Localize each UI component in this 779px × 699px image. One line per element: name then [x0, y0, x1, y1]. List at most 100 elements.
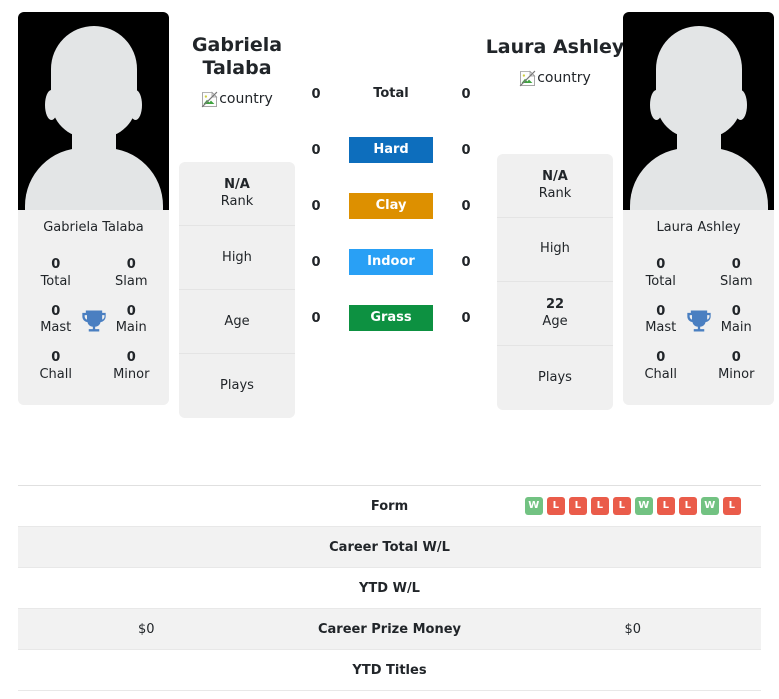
right-player-photo-caption: Laura Ashley	[623, 210, 774, 248]
info-label: Plays	[220, 378, 254, 394]
silhouette-body-icon	[24, 148, 163, 210]
row-right-value: $0	[624, 621, 642, 637]
left-player-name-line-2: Talaba	[202, 57, 272, 80]
surface-row-indoor: 0 Indoor 0	[295, 234, 487, 290]
title-label: Slam	[115, 273, 148, 289]
table-row-career-prize-money: $0 Career Prize Money $0	[18, 609, 761, 650]
left-player-column: Gabriela Talaba 0 Total 0 Slam 0 Mast 0 …	[18, 12, 169, 405]
surface-label-clay: Clay	[349, 193, 433, 219]
surface-label-indoor: Indoor	[349, 249, 433, 275]
right-player-country-alt: country	[537, 70, 591, 87]
form-badge-loss: L	[722, 497, 741, 515]
comparison-header: Gabriela Talaba 0 Total 0 Slam 0 Mast 0 …	[0, 0, 779, 478]
table-row-career-total-wl: Career Total W/L	[18, 527, 761, 568]
titles-row: 0 Mast 0 Main	[18, 298, 169, 345]
title-value: 0	[51, 257, 61, 273]
row-left-value: $0	[137, 621, 155, 637]
info-label: High	[222, 249, 252, 265]
surface-right-score: 0	[461, 142, 471, 158]
form-badge-loss: L	[612, 497, 631, 515]
trophy-icon	[81, 310, 106, 332]
title-stat: 0 Slam	[699, 257, 775, 290]
form-badge-win: W	[700, 497, 719, 515]
title-label: Minor	[113, 366, 150, 382]
left-player-photo-caption: Gabriela Talaba	[18, 210, 169, 248]
info-label: Rank	[220, 193, 254, 209]
form-badge-loss: L	[678, 497, 697, 515]
info-label: Age	[542, 313, 568, 329]
right-player-titles-grid: 0 Total 0 Slam 0 Mast 0 Main 0 Chall 0 M…	[623, 247, 774, 405]
info-label: Plays	[538, 369, 572, 385]
left-player-info-card: N/A Rank High Age Plays	[179, 162, 295, 419]
title-value: 0	[51, 350, 61, 366]
surface-row-grass: 0 Grass 0	[295, 290, 487, 346]
info-row-age: Age	[179, 290, 295, 355]
left-player-titles-grid: 0 Total 0 Slam 0 Mast 0 Main 0 Chall 0 M…	[18, 247, 169, 405]
form-badge-list: WLLLLWLLWL	[524, 497, 741, 515]
title-value: 0	[731, 257, 741, 273]
surface-right-score: 0	[461, 198, 471, 214]
row-label: Form	[370, 498, 409, 514]
right-player-column: Laura Ashley 0 Total 0 Slam 0 Mast 0 Mai…	[623, 12, 774, 405]
info-row-plays: Plays	[497, 346, 613, 410]
info-row-plays: Plays	[179, 354, 295, 418]
form-badge-win: W	[634, 497, 653, 515]
surface-row-clay: 0 Clay 0	[295, 178, 487, 234]
form-badge-loss: L	[546, 497, 565, 515]
titles-row: 0 Total 0 Slam	[18, 251, 169, 298]
title-value: 0	[126, 257, 136, 273]
titles-row: 0 Total 0 Slam	[623, 251, 774, 298]
left-player-name: Gabriela Talaba	[192, 34, 282, 80]
surface-row-hard: 0 Hard 0	[295, 122, 487, 178]
left-player-card: Gabriela Talaba 0 Total 0 Slam 0 Mast 0 …	[18, 12, 169, 405]
info-value: N/A	[542, 169, 568, 185]
title-value: 0	[126, 350, 136, 366]
row-label: Career Total W/L	[329, 539, 450, 555]
info-row-rank: N/A Rank	[497, 154, 613, 219]
left-player-country: country	[201, 89, 273, 109]
left-player-country-alt: country	[219, 91, 273, 108]
form-badge-loss: L	[656, 497, 675, 515]
surface-right-score: 0	[461, 254, 471, 270]
surface-right-score: 0	[461, 86, 471, 102]
info-row-high: High	[497, 218, 613, 283]
title-label: Slam	[720, 273, 753, 289]
title-stat: 0 Total	[623, 257, 699, 290]
silhouette-ear-right-icon	[734, 90, 747, 120]
form-badge-loss: L	[568, 497, 587, 515]
info-label: High	[540, 241, 570, 257]
title-label: Chall	[644, 366, 677, 382]
silhouette-body-icon	[629, 148, 768, 210]
surface-comparison: 0 Total 0 0 Hard 0 0 Clay 0 0 Indoor 0 0	[295, 66, 487, 346]
title-stat: 0 Minor	[699, 350, 775, 383]
form-badge-win: W	[524, 497, 543, 515]
surface-left-score: 0	[311, 254, 321, 270]
surface-left-score: 0	[311, 310, 321, 326]
table-row-ytd-titles: YTD Titles	[18, 650, 761, 691]
left-player-photo	[18, 12, 169, 210]
title-label: Chall	[39, 366, 72, 382]
info-row-high: High	[179, 226, 295, 291]
right-player-info-column: Laura Ashley country N/A Rank High 22 Ag…	[486, 12, 624, 411]
title-value: 0	[656, 257, 666, 273]
table-row-form: Form WLLLLWLLWL	[18, 486, 761, 527]
titles-row: 0 Chall 0 Minor	[18, 344, 169, 391]
surface-left-score: 0	[311, 86, 321, 102]
info-row-age: 22 Age	[497, 282, 613, 347]
title-stat: 0 Chall	[623, 350, 699, 383]
info-value: 22	[545, 297, 565, 313]
comparison-table: Form WLLLLWLLWL Career Total W/L YTD W/L…	[18, 485, 761, 691]
row-label: Career Prize Money	[317, 621, 461, 637]
info-label: Age	[224, 313, 250, 329]
form-badge-loss: L	[590, 497, 609, 515]
silhouette-ear-right-icon	[129, 90, 142, 120]
table-row-ytd-wl: YTD W/L	[18, 568, 761, 609]
left-player-name-line-1: Gabriela	[191, 34, 283, 56]
surface-label-hard: Hard	[349, 137, 433, 163]
title-stat: 0 Chall	[18, 350, 94, 383]
surface-left-score: 0	[311, 142, 321, 158]
info-row-rank: N/A Rank	[179, 162, 295, 227]
row-right-value: WLLLLWLLWL	[505, 497, 762, 515]
right-player-card: Laura Ashley 0 Total 0 Slam 0 Mast 0 Mai…	[623, 12, 774, 405]
row-label: YTD W/L	[359, 580, 420, 596]
